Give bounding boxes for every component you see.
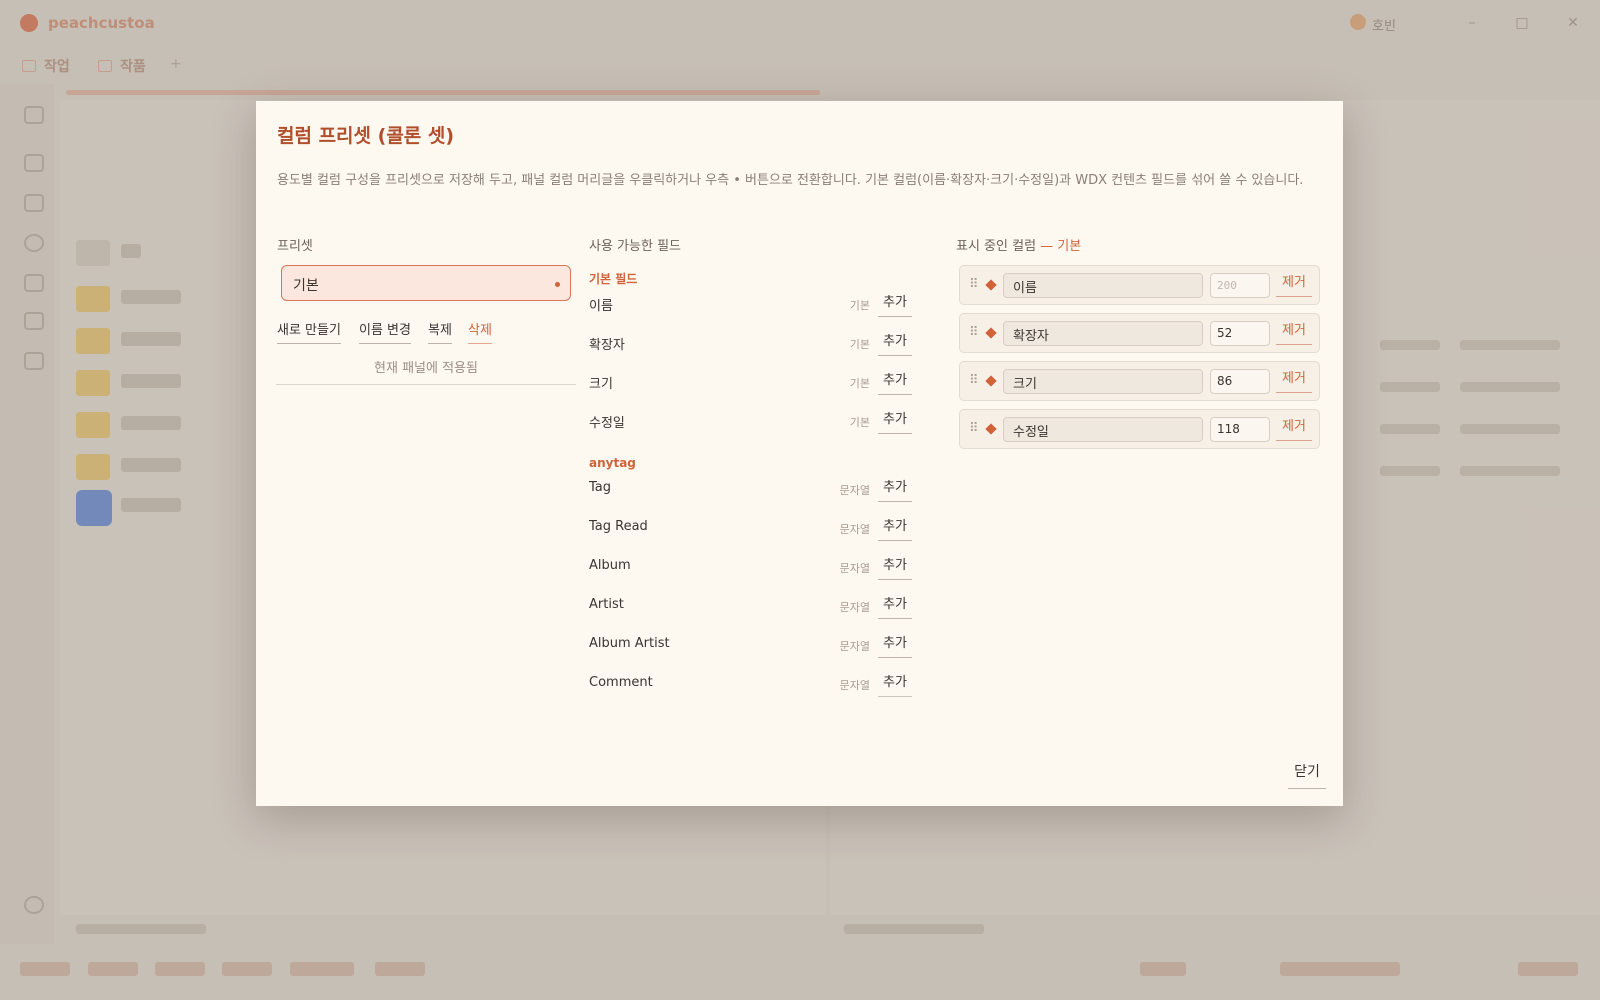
field-name: Comment xyxy=(589,675,653,690)
add-field-button[interactable]: 추가 xyxy=(878,371,912,395)
close-dialog-button[interactable]: 닫기 xyxy=(1288,761,1326,789)
remove-column-button[interactable]: 제거 xyxy=(1276,415,1312,441)
add-field-button[interactable]: 추가 xyxy=(878,293,912,317)
remove-column-button[interactable]: 제거 xyxy=(1276,319,1312,345)
dialog-description: 용도별 컬럼 구성을 프리셋으로 저장해 두고, 패널 컬럼 머리글을 우클릭하… xyxy=(277,173,1304,188)
field-name: Tag Read xyxy=(589,519,648,534)
column-name-input[interactable]: 수정일 xyxy=(1003,417,1203,442)
delete-preset-button[interactable]: 삭제 xyxy=(468,319,492,344)
dialog-title: 컬럼 프리셋 (콜론 셋) xyxy=(277,125,455,147)
available-fields-heading: 사용 가능한 필드 xyxy=(589,239,681,254)
column-row[interactable]: ⠿ 확장자 52 제거 xyxy=(959,313,1320,353)
field-type: 문자열 xyxy=(839,562,870,575)
field-row: 크기 기본 추가 xyxy=(578,365,918,403)
field-name: Artist xyxy=(589,597,624,612)
column-row[interactable]: ⠿ 크기 86 제거 xyxy=(959,361,1320,401)
field-row: Album Artist 문자열 추가 xyxy=(578,628,918,666)
column-name-input[interactable]: 크기 xyxy=(1003,369,1203,394)
column-width-input[interactable]: 86 xyxy=(1210,369,1270,394)
field-row: Tag 문자열 추가 xyxy=(578,472,918,510)
column-row[interactable]: ⠿ 수정일 118 제거 xyxy=(959,409,1320,449)
field-row: 확장자 기본 추가 xyxy=(578,326,918,364)
column-width-input[interactable]: 200 xyxy=(1210,273,1270,298)
field-name: 이름 xyxy=(589,299,613,314)
diamond-icon xyxy=(985,327,997,339)
field-name: Tag xyxy=(589,480,612,495)
add-field-button[interactable]: 추가 xyxy=(878,595,912,619)
duplicate-preset-button[interactable]: 복제 xyxy=(428,319,452,344)
diamond-icon xyxy=(985,375,997,387)
field-row: Album 문자열 추가 xyxy=(578,550,918,588)
field-group-label: anytag xyxy=(589,456,636,470)
drag-handle-icon[interactable]: ⠿ xyxy=(969,277,978,292)
field-name: 확장자 xyxy=(589,338,625,353)
list-fade xyxy=(578,691,938,711)
drag-handle-icon[interactable]: ⠿ xyxy=(969,421,978,436)
field-type: 문자열 xyxy=(839,601,870,614)
presets-heading: 프리셋 xyxy=(277,239,313,254)
column-name-input[interactable]: 확장자 xyxy=(1003,321,1203,346)
active-columns-heading-text: 표시 중인 컬럼 xyxy=(956,239,1037,254)
column-preset-dialog: 컬럼 프리셋 (콜론 셋) 용도별 컬럼 구성을 프리셋으로 저장해 두고, 패… xyxy=(256,101,1343,806)
remove-column-button[interactable]: 제거 xyxy=(1276,271,1312,297)
field-group-label: 기본 필드 xyxy=(589,272,638,286)
drag-handle-icon[interactable]: ⠿ xyxy=(969,325,978,340)
add-field-button[interactable]: 추가 xyxy=(878,634,912,658)
dropdown-dot-icon xyxy=(555,282,560,287)
preset-select[interactable]: 기본 xyxy=(281,265,571,301)
column-row[interactable]: ⠿ 이름 200 제거 xyxy=(959,265,1320,305)
add-field-button[interactable]: 추가 xyxy=(878,556,912,580)
field-type: 문자열 xyxy=(839,484,870,497)
field-type: 기본 xyxy=(849,377,870,390)
remove-column-button[interactable]: 제거 xyxy=(1276,367,1312,393)
add-field-button[interactable]: 추가 xyxy=(878,332,912,356)
field-name: 수정일 xyxy=(589,416,625,431)
diamond-icon xyxy=(985,279,997,291)
field-type: 문자열 xyxy=(839,523,870,536)
new-preset-button[interactable]: 새로 만들기 xyxy=(277,319,341,344)
field-type: 기본 xyxy=(849,416,870,429)
available-fields-list[interactable]: 기본 필드 이름 기본 추가 확장자 기본 추가 크기 기본 추가 수정일 기본 추가 anyt… xyxy=(578,261,938,821)
rename-preset-button[interactable]: 이름 변경 xyxy=(359,319,411,344)
applied-status: 현재 패널에 적용됨 xyxy=(276,357,576,385)
add-field-button[interactable]: 추가 xyxy=(878,478,912,502)
drag-handle-icon[interactable]: ⠿ xyxy=(969,373,978,388)
field-row: 이름 기본 추가 xyxy=(578,287,918,325)
field-row: Tag Read 문자열 추가 xyxy=(578,511,918,549)
add-field-button[interactable]: 추가 xyxy=(878,410,912,434)
field-type: 기본 xyxy=(849,338,870,351)
column-width-input[interactable]: 118 xyxy=(1210,417,1270,442)
column-name-input[interactable]: 이름 xyxy=(1003,273,1203,298)
preset-selected-value: 기본 xyxy=(293,278,319,294)
field-name: Album Artist xyxy=(589,636,670,651)
field-name: 크기 xyxy=(589,377,613,392)
active-preset-name: — 기본 xyxy=(1040,239,1082,254)
active-columns-heading: 표시 중인 컬럼 — 기본 xyxy=(956,235,1081,254)
field-row: 수정일 기본 추가 xyxy=(578,404,918,442)
field-name: Album xyxy=(589,558,631,573)
field-type: 문자열 xyxy=(839,640,870,653)
field-type: 기본 xyxy=(849,299,870,312)
diamond-icon xyxy=(985,423,997,435)
field-row: Artist 문자열 추가 xyxy=(578,589,918,627)
add-field-button[interactable]: 추가 xyxy=(878,517,912,541)
column-width-input[interactable]: 52 xyxy=(1210,321,1270,346)
